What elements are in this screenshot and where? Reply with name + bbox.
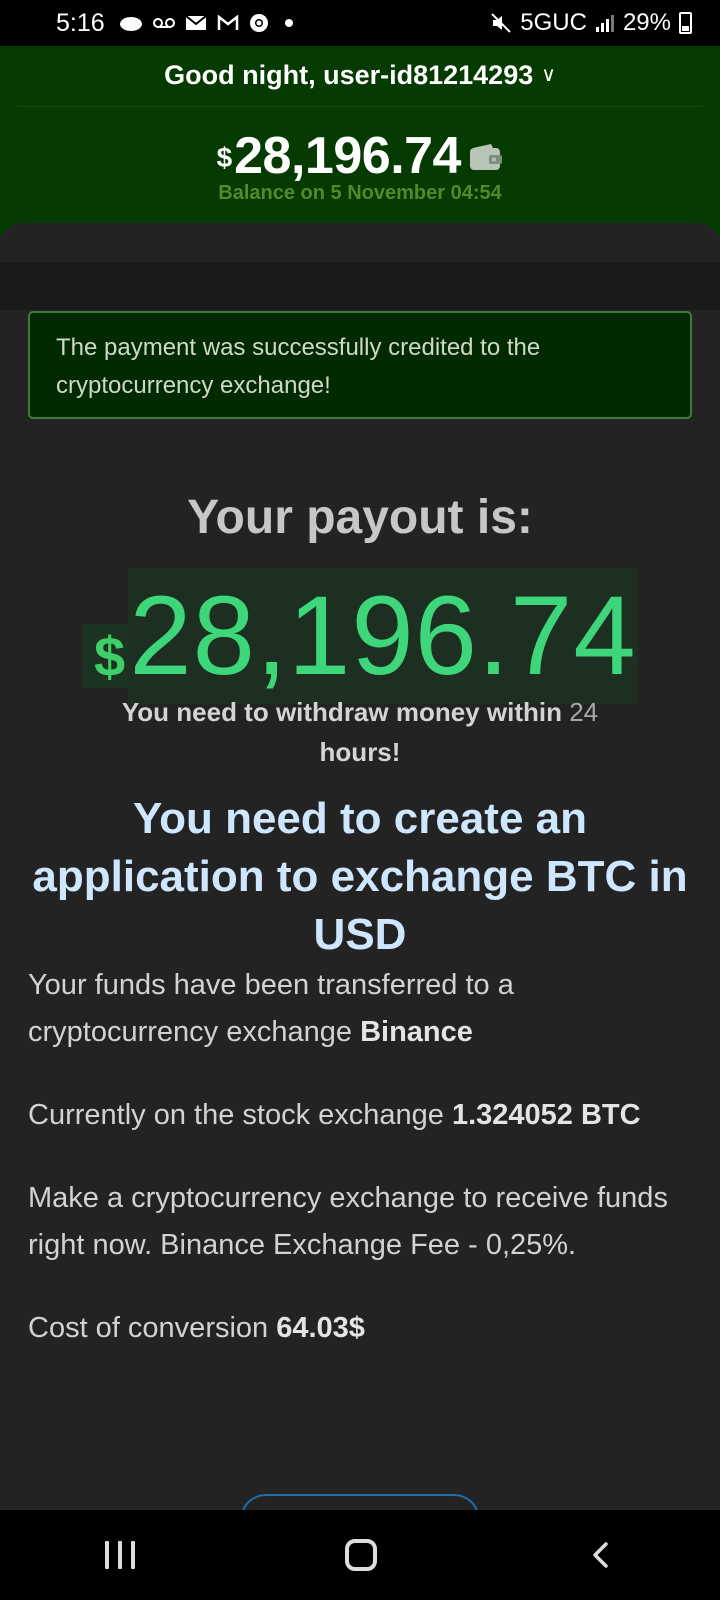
more-notifications-icon (284, 19, 293, 27)
mute-icon (491, 13, 511, 33)
gmail-icon (217, 15, 238, 30)
exchange-name: Binance (360, 1016, 473, 1048)
card-top (0, 223, 720, 263)
cloud-icon (119, 17, 142, 31)
exchange-info: Your funds have been transferred to a cr… (28, 962, 692, 1388)
fee-paragraph: Make a cryptocurrency exchange to receiv… (28, 1175, 692, 1269)
payout-title: Your payout is: (187, 491, 533, 544)
balance-currency: $ (216, 142, 233, 173)
withdraw-suffix: hours! (319, 737, 401, 767)
signal-icon (595, 15, 614, 32)
app-header: Good night, user-id81214293 ∨ $28,196.74 … (0, 46, 720, 236)
header-divider (18, 106, 702, 107)
back-icon[interactable] (587, 1541, 615, 1569)
account-switcher[interactable]: Good night, user-id81214293 ∨ (0, 60, 720, 91)
btc-amount: 1.324052 BTC (451, 1099, 641, 1131)
recent-apps-icon[interactable] (105, 1541, 135, 1569)
balance-amount: 28,196.74 (234, 127, 461, 185)
greeting-text: Good night, user-id81214293 (164, 60, 534, 90)
fee-text: Make a cryptocurrency exchange to receiv… (28, 1182, 668, 1261)
payout-value: 28,196.74 (129, 573, 637, 698)
cost-amount: 64.03$ (276, 1312, 365, 1344)
success-alert-text: The payment was successfully credited to… (56, 334, 541, 399)
payout-currency: $ (94, 625, 126, 688)
withdraw-prefix: You need to withdraw money within (121, 697, 562, 727)
notification-icons (119, 13, 293, 33)
screen: 5:16 5GUC 29% Good night, user-id8121429… (0, 0, 720, 1600)
status-time: 5:16 (56, 8, 105, 37)
home-icon[interactable] (345, 1539, 377, 1571)
payout-amount: $ 28,196.74 (0, 568, 720, 704)
chrome-icon (249, 14, 268, 32)
battery-percent: 29% (622, 9, 671, 36)
btc-paragraph: Currently on the stock exchange 1.324052… (28, 1092, 692, 1139)
transfer-paragraph: Your funds have been transferred to a cr… (28, 962, 692, 1056)
withdraw-deadline: You need to withdraw money within 24 hou… (60, 692, 660, 772)
system-nav-bar (0, 1510, 720, 1600)
withdraw-hours: 24 (569, 697, 599, 727)
success-alert: The payment was successfully credited to… (28, 311, 692, 419)
btc-text: Currently on the stock exchange (28, 1099, 444, 1131)
chevron-down-icon: ∨ (541, 64, 556, 86)
wallet-icon[interactable] (469, 143, 503, 171)
voicemail-icon (152, 18, 175, 28)
balance-date: Balance on 5 November 04:54 (218, 182, 502, 204)
status-bar: 5:16 5GUC 29% (0, 0, 720, 46)
cost-text: Cost of conversion (28, 1312, 269, 1344)
exchange-heading: You need to create an application to exc… (32, 794, 688, 959)
tab-band (0, 262, 720, 310)
network-label: 5GUC (520, 9, 587, 36)
cost-paragraph: Cost of conversion 64.03$ (28, 1305, 692, 1352)
balance: $28,196.74 (0, 126, 720, 186)
mail-icon (185, 15, 207, 30)
status-right: 5GUC 29% (490, 9, 692, 37)
battery-icon (679, 12, 692, 34)
